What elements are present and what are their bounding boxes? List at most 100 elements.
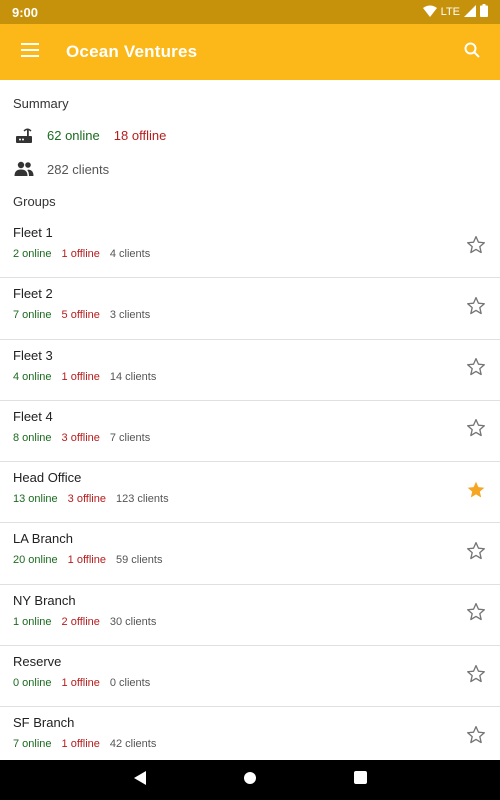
group-online: 1 online — [13, 615, 52, 628]
menu-icon — [21, 42, 39, 62]
star-button[interactable] — [464, 725, 488, 749]
star-icon — [466, 602, 486, 627]
people-icon — [13, 158, 35, 180]
group-stats: 13 online 3 offline 123 clients — [13, 493, 169, 505]
group-online: 7 online — [13, 738, 52, 751]
group-name: Head Office — [13, 470, 82, 486]
group-row[interactable]: Reserve 0 online 1 offline 0 clients — [0, 646, 500, 708]
group-offline: 1 offline — [61, 370, 100, 383]
star-button[interactable] — [464, 603, 488, 627]
group-row[interactable]: SF Branch 7 online 1 offline 42 clients — [0, 707, 500, 760]
group-clients: 123 clients — [115, 493, 169, 506]
group-online: 4 online — [13, 370, 52, 383]
group-clients: 0 clients — [109, 677, 151, 690]
app-bar: Ocean Ventures — [0, 24, 500, 80]
groups-list: Fleet 1 2 online 1 offline 4 clients Fle… — [0, 217, 500, 760]
star-button[interactable] — [464, 358, 488, 382]
group-row[interactable]: NY Branch 1 online 2 offline 30 clients — [0, 585, 500, 647]
group-online: 8 online — [13, 431, 52, 444]
group-online: 13 online — [13, 493, 58, 506]
group-name: NY Branch — [13, 592, 76, 608]
group-offline: 3 offline — [61, 431, 100, 444]
group-clients: 14 clients — [109, 370, 157, 383]
group-offline: 1 offline — [67, 554, 106, 567]
star-button[interactable] — [464, 296, 488, 320]
group-online: 20 online — [13, 554, 58, 567]
summary-offline: 18 offline — [113, 127, 167, 143]
group-name: Fleet 4 — [13, 408, 53, 424]
network-type: LTE — [440, 6, 460, 18]
summary-online: 62 online — [47, 127, 100, 143]
group-offline: 1 offline — [61, 738, 100, 751]
group-name: LA Branch — [13, 531, 73, 547]
group-offline: 2 offline — [61, 615, 100, 628]
status-bar: 9:00 LTE — [0, 0, 500, 24]
star-icon — [466, 418, 486, 443]
star-icon — [466, 235, 486, 260]
page-title: Ocean Ventures — [66, 42, 198, 61]
group-clients: 30 clients — [109, 615, 157, 628]
groups-heading: Groups — [13, 194, 56, 209]
back-button[interactable] — [125, 765, 155, 795]
wifi-icon — [422, 5, 437, 20]
back-icon — [134, 770, 146, 790]
group-stats: 7 online 5 offline 3 clients — [13, 309, 150, 321]
group-offline: 3 offline — [67, 493, 106, 506]
group-stats: 4 online 1 offline 14 clients — [13, 371, 156, 383]
group-stats: 2 online 1 offline 4 clients — [13, 248, 150, 260]
star-icon — [466, 541, 486, 566]
star-icon — [466, 480, 486, 505]
main-content: Summary 62 online 18 offline 282 clients… — [0, 80, 500, 760]
group-row[interactable]: Head Office 13 online 3 offline 123 clie… — [0, 462, 500, 524]
battery-icon — [480, 4, 488, 20]
summary-heading: Summary — [13, 96, 69, 111]
group-offline: 5 offline — [61, 309, 100, 322]
group-online: 0 online — [13, 677, 52, 690]
group-row[interactable]: LA Branch 20 online 1 offline 59 clients — [0, 523, 500, 585]
group-name: Fleet 3 — [13, 347, 53, 363]
group-stats: 1 online 2 offline 30 clients — [13, 616, 156, 628]
group-clients: 7 clients — [109, 431, 151, 444]
search-icon — [464, 42, 480, 63]
system-nav-bar — [0, 760, 500, 800]
group-clients: 59 clients — [115, 554, 163, 567]
group-stats: 0 online 1 offline 0 clients — [13, 677, 150, 689]
recents-button[interactable] — [345, 765, 375, 795]
group-clients: 3 clients — [109, 309, 151, 322]
router-icon — [13, 124, 35, 146]
star-icon — [466, 296, 486, 321]
group-row[interactable]: Fleet 1 2 online 1 offline 4 clients — [0, 217, 500, 279]
summary-clients-row: 282 clients — [13, 158, 109, 180]
group-online: 2 online — [13, 248, 52, 260]
search-button[interactable] — [444, 24, 500, 80]
signal-icon — [464, 4, 476, 20]
home-icon — [243, 771, 257, 790]
summary-devices-row: 62 online 18 offline — [13, 124, 166, 146]
group-stats: 8 online 3 offline 7 clients — [13, 432, 150, 444]
status-time: 9:00 — [12, 4, 39, 20]
group-online: 7 online — [13, 309, 52, 322]
star-icon — [466, 357, 486, 382]
group-offline: 1 offline — [61, 677, 100, 690]
group-stats: 7 online 1 offline 42 clients — [13, 738, 156, 750]
star-icon — [466, 725, 486, 750]
home-button[interactable] — [235, 765, 265, 795]
group-row[interactable]: Fleet 3 4 online 1 offline 14 clients — [0, 340, 500, 401]
group-name: Reserve — [13, 654, 62, 670]
menu-button[interactable] — [0, 24, 60, 80]
star-button[interactable] — [464, 541, 488, 565]
group-clients: 4 clients — [109, 248, 151, 260]
group-stats: 20 online 1 offline 59 clients — [13, 554, 162, 566]
group-offline: 1 offline — [61, 248, 100, 260]
recents-icon — [353, 771, 367, 789]
star-button[interactable] — [464, 419, 488, 443]
group-row[interactable]: Fleet 4 8 online 3 offline 7 clients — [0, 401, 500, 463]
group-row[interactable]: Fleet 2 7 online 5 offline 3 clients — [0, 278, 500, 340]
star-button[interactable] — [464, 664, 488, 688]
star-button[interactable] — [464, 480, 488, 504]
group-clients: 42 clients — [109, 738, 157, 751]
star-button[interactable] — [464, 235, 488, 259]
group-name: Fleet 1 — [13, 225, 53, 240]
summary-clients: 282 clients — [47, 161, 110, 177]
group-name: Fleet 2 — [13, 286, 53, 302]
